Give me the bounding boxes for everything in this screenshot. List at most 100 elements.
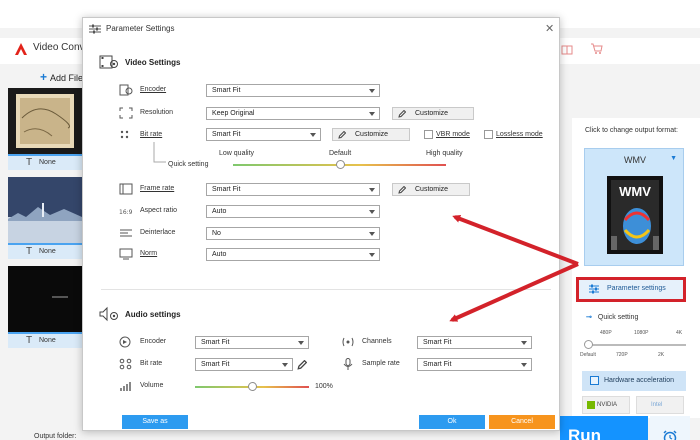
quick-setting-slider[interactable]: 480P 1080P 4K Default 720P 2K xyxy=(580,330,686,360)
save-as-button[interactable]: Save as xyxy=(122,415,188,429)
film-frame-icon xyxy=(119,183,133,195)
parameter-settings-label: Parameter settings xyxy=(607,285,666,292)
audio-bitrate-dropdown[interactable]: Smart Fit xyxy=(195,358,293,371)
cart-icon[interactable] xyxy=(590,41,604,55)
parameter-settings-button[interactable]: Parameter settings xyxy=(576,277,686,302)
caret-down-icon xyxy=(521,341,527,345)
lossless-mode-checkbox[interactable] xyxy=(484,130,493,139)
close-icon[interactable]: ✕ xyxy=(545,22,554,35)
save-as-label: Save as xyxy=(142,418,168,425)
svg-text:16:9: 16:9 xyxy=(119,209,133,216)
video-bitrate-label: Bit rate xyxy=(140,131,163,138)
vbr-mode-checkbox[interactable] xyxy=(424,130,433,139)
framerate-dropdown[interactable]: Smart Fit xyxy=(206,183,380,196)
quick-tick: Default xyxy=(580,352,596,358)
text-icon: T xyxy=(26,246,33,257)
video-bitrate-dropdown[interactable]: Smart Fit xyxy=(206,128,321,141)
add-files-button[interactable]: + Add File xyxy=(8,66,88,86)
nvidia-badge[interactable]: NVIDIA xyxy=(582,396,630,414)
bitrate-customize-button[interactable]: Customize xyxy=(332,128,410,141)
app-title: Video Conv xyxy=(33,42,85,53)
caret-down-icon xyxy=(369,89,375,93)
dropdown-value: Auto xyxy=(212,251,227,258)
resolution-customize-button[interactable]: Customize xyxy=(392,107,474,120)
encoder-gear-icon xyxy=(119,84,133,96)
text-icon: T xyxy=(26,157,33,168)
run-label: Run xyxy=(568,426,602,440)
gpu-name: NVIDIA xyxy=(597,402,618,408)
edit-pencil-icon[interactable] xyxy=(297,360,307,370)
plus-icon: + xyxy=(40,70,48,84)
subtitle-selector[interactable]: T None xyxy=(8,243,82,259)
customize-label: Customize xyxy=(355,131,389,138)
dropdown-value: Auto xyxy=(212,208,227,215)
film-gear-icon xyxy=(99,55,118,69)
dropdown-value: Smart Fit xyxy=(423,361,452,368)
output-format-card[interactable]: WMV ▼ WMV xyxy=(584,148,684,266)
caret-down-icon xyxy=(369,232,375,236)
run-button[interactable]: Run xyxy=(560,416,648,440)
gpu-name: Intel xyxy=(651,402,663,408)
settings-sliders-icon xyxy=(89,24,101,34)
dropdown-value: Smart Fit xyxy=(212,131,241,138)
dropdown-value: No xyxy=(212,230,221,237)
sample-rate-label: Sample rate xyxy=(362,360,400,367)
nvidia-logo-icon xyxy=(587,401,595,409)
low-quality-label: Low quality xyxy=(219,150,255,157)
ok-label: Ok xyxy=(447,418,457,425)
quick-setting-icon: ⊸ xyxy=(586,314,592,321)
caret-down-icon xyxy=(369,188,375,192)
quick-tick: 2K xyxy=(658,352,665,358)
audio-encoder-dropdown[interactable]: Smart Fit xyxy=(195,336,309,349)
parameter-settings-dialog: Parameter Settings ✕ Video Settings Enco… xyxy=(82,17,560,431)
hardware-acceleration-label: Hardware acceleration xyxy=(604,377,675,384)
cancel-button[interactable]: Cancel xyxy=(489,415,555,429)
video-thumbnail[interactable] xyxy=(8,88,82,154)
customize-label: Customize xyxy=(415,186,449,193)
norm-label: Norm xyxy=(140,250,158,257)
format-caption: Click to change output format: xyxy=(585,127,678,134)
caret-down-icon: ▼ xyxy=(670,155,677,162)
app-logo-icon xyxy=(15,43,27,55)
video-thumbnail[interactable] xyxy=(8,266,82,332)
framerate-customize-button[interactable]: Customize xyxy=(392,183,470,196)
audio-encoder-icon xyxy=(119,336,131,348)
customize-label: Customize xyxy=(415,110,449,117)
deinterlace-icon xyxy=(120,229,132,237)
video-encoder-dropdown[interactable]: Smart Fit xyxy=(206,84,380,97)
quick-knob[interactable] xyxy=(584,340,593,349)
subtitle-selector[interactable]: T None xyxy=(8,332,82,348)
video-encoder-label: Encoder xyxy=(140,86,167,93)
sample-rate-dropdown[interactable]: Smart Fit xyxy=(417,358,532,371)
dropdown-value: Keep Original xyxy=(212,110,255,117)
quick-setting-title: ⊸ Quick setting xyxy=(586,313,638,321)
resolution-dropdown[interactable]: Keep Original xyxy=(206,107,380,120)
intel-badge[interactable]: Intel xyxy=(636,396,684,414)
hardware-acceleration-toggle[interactable]: Hardware acceleration xyxy=(582,371,686,391)
video-list: T None T None T None xyxy=(8,88,82,388)
aspect-ratio-dropdown[interactable]: Auto xyxy=(206,205,380,218)
deinterlace-label: Deinterlace xyxy=(140,229,176,236)
speaker-gear-icon xyxy=(99,306,118,322)
quick-tick: 1080P xyxy=(634,330,649,336)
section-divider xyxy=(101,289,551,290)
quality-slider-knob[interactable] xyxy=(335,160,345,169)
ok-button[interactable]: Ok xyxy=(419,415,485,429)
caret-down-icon xyxy=(369,112,375,116)
dropdown-value: Smart Fit xyxy=(212,186,241,193)
alarm-button[interactable] xyxy=(650,416,690,440)
aspect-ratio-icon: 16:9 xyxy=(119,209,133,216)
subtitle-selector[interactable]: T None xyxy=(8,154,82,170)
subtitle-value: None xyxy=(39,159,56,166)
microphone-icon xyxy=(343,358,353,370)
gift-icon[interactable] xyxy=(560,41,574,55)
caret-down-icon xyxy=(521,363,527,367)
norm-dropdown[interactable]: Auto xyxy=(206,248,380,261)
vbr-mode-label: VBR mode xyxy=(436,131,470,138)
volume-value: 100% xyxy=(315,383,333,390)
volume-slider-knob[interactable] xyxy=(248,382,257,391)
cancel-label: Cancel xyxy=(511,418,533,425)
channels-dropdown[interactable]: Smart Fit xyxy=(417,336,532,349)
deinterlace-dropdown[interactable]: No xyxy=(206,227,380,240)
video-thumbnail[interactable] xyxy=(8,177,82,243)
